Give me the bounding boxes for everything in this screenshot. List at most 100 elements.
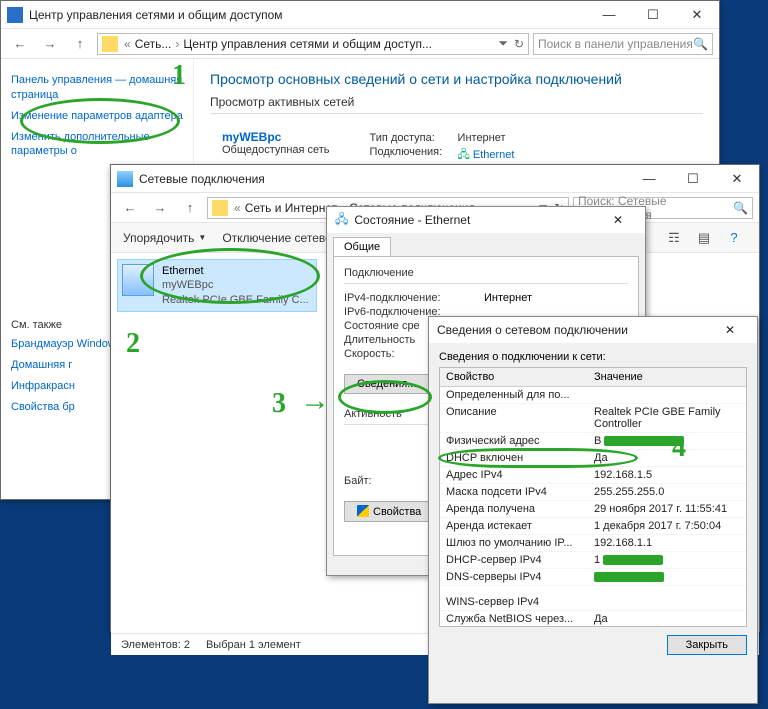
window-title: Центр управления сетями и общим доступом — [29, 8, 587, 22]
prop-val: Да — [588, 450, 746, 466]
prop-row: Определенный для по... — [440, 387, 746, 404]
prop-val — [588, 387, 746, 403]
window-title: Сетевые подключения — [139, 172, 627, 186]
help-icon[interactable]: ? — [721, 227, 747, 249]
prop-key: DHCP включен — [440, 450, 588, 466]
maximize-button[interactable]: ☐ — [631, 1, 675, 29]
maximize-button[interactable]: ☐ — [671, 165, 715, 193]
prop-key: Служба NetBIOS через... — [440, 611, 588, 627]
view-compact-icon[interactable]: ☶ — [661, 227, 687, 249]
col-value: Значение — [588, 368, 649, 386]
sidebar-sharing-settings[interactable]: Изменить дополнительные параметры о — [11, 130, 183, 160]
bc-seg[interactable]: Сеть... — [135, 37, 172, 51]
prop-row: DHCP включенДа — [440, 450, 746, 467]
details-button[interactable]: Сведения... — [344, 374, 429, 394]
prop-val: Да — [588, 611, 746, 627]
app-icon — [7, 7, 23, 23]
prop-key: WINS-сервер IPv4 — [440, 594, 588, 610]
prop-key: Шлюз по умолчанию IP... — [440, 535, 588, 551]
prop-key: DNS-серверы IPv4 — [440, 569, 588, 585]
prop-row: DHCP-сервер IPv41 — [440, 552, 746, 569]
prop-val: B — [588, 433, 746, 449]
sidebar-home[interactable]: Панель управления — домашняя страница — [11, 73, 183, 103]
prop-row: Шлюз по умолчанию IP...192.168.1.1 — [440, 535, 746, 552]
prop-row: Аренда получена29 ноября 2017 г. 11:55:4… — [440, 501, 746, 518]
dialog-titlebar: 🖧 Состояние - Ethernet ✕ — [327, 207, 645, 233]
back-button[interactable]: ← — [117, 197, 143, 219]
folder-icon — [212, 200, 228, 216]
prop-val: Realtek PCIe GBE Family Controller — [588, 404, 746, 432]
prop-row: Физический адресB — [440, 433, 746, 450]
prop-row: WINS-сервер IPv4 — [440, 586, 746, 611]
dialog-title: Сведения о сетевом подключении — [437, 323, 628, 337]
prop-row: Служба NetBIOS через...Да — [440, 611, 746, 627]
close-button[interactable]: ✕ — [711, 317, 749, 343]
prop-row: Маска подсети IPv4255.255.255.0 — [440, 484, 746, 501]
adapter-ethernet[interactable]: Ethernet myWEBpc Realtek PCIe GBE Family… — [117, 259, 317, 312]
network-type: Общедоступная сеть — [222, 144, 330, 156]
back-button[interactable]: ← — [7, 33, 33, 55]
forward-button[interactable]: → — [147, 197, 173, 219]
prop-val: 255.255.255.0 — [588, 484, 746, 500]
prop-key: Аренда истекает — [440, 518, 588, 534]
prop-key: Определенный для по... — [440, 387, 588, 403]
prop-key: Аренда получена — [440, 501, 588, 517]
titlebar: Центр управления сетями и общим доступом… — [1, 1, 719, 29]
col-property: Свойство — [440, 368, 588, 386]
prop-row: Аренда истекает1 декабря 2017 г. 7:50:04 — [440, 518, 746, 535]
page-title: Просмотр основных сведений о сети и наст… — [210, 71, 703, 87]
breadcrumb[interactable]: « Сеть... › Центр управления сетями и об… — [97, 33, 529, 55]
bc-seg[interactable]: Сеть и Интернет — [245, 201, 337, 215]
ipv4-label: IPv4-подключение: — [344, 292, 484, 304]
access-label: Тип доступа: — [370, 132, 450, 144]
prop-row: DNS-серверы IPv4 — [440, 569, 746, 586]
up-button[interactable]: ↑ — [177, 197, 203, 219]
prop-row: ОписаниеRealtek PCIe GBE Family Controll… — [440, 404, 746, 433]
view-details-icon[interactable]: ▤ — [691, 227, 717, 249]
minimize-button[interactable]: — — [627, 165, 671, 193]
up-button[interactable]: ↑ — [67, 33, 93, 55]
prop-val: 192.168.1.5 — [588, 467, 746, 483]
prop-key: DHCP-сервер IPv4 — [440, 552, 588, 568]
dialog-title: Состояние - Ethernet — [354, 213, 470, 227]
conn-label: Подключения: — [370, 146, 450, 165]
close-dialog-button[interactable]: Закрыть — [667, 635, 747, 655]
titlebar: Сетевые подключения — ☐ ✕ — [111, 165, 759, 193]
tab-general[interactable]: Общие — [333, 237, 391, 256]
minimize-button[interactable]: — — [587, 1, 631, 29]
conn-section: Подключение — [344, 267, 628, 279]
sub-heading: Просмотр активных сетей — [210, 95, 703, 109]
forward-button[interactable]: → — [37, 33, 63, 55]
folder-icon — [102, 36, 118, 52]
prop-key: Адрес IPv4 — [440, 467, 588, 483]
prop-val: 29 ноября 2017 г. 11:55:41 — [588, 501, 746, 517]
search-placeholder: Поиск в панели управления — [538, 37, 693, 51]
prop-key: Физический адрес — [440, 433, 588, 449]
close-button[interactable]: ✕ — [675, 1, 719, 29]
details-label: Сведения о подключении к сети: — [439, 351, 747, 363]
sidebar-adapter-settings[interactable]: Изменение параметров адаптера — [11, 109, 183, 124]
search-icon: 🔍 — [733, 201, 748, 215]
prop-val — [588, 569, 746, 585]
conn-link[interactable]: Ethernet — [473, 149, 515, 161]
bc-seg[interactable]: Центр управления сетями и общим доступ..… — [183, 37, 432, 51]
prop-val: 1 — [588, 552, 746, 568]
prop-val: 192.168.1.1 — [588, 535, 746, 551]
adapter-device: Realtek PCIe GBE Family C... — [162, 293, 309, 307]
adapter-network: myWEBpc — [162, 278, 309, 292]
item-count: Элементов: 2 — [121, 639, 190, 651]
network-name[interactable]: myWEBpc — [222, 130, 330, 144]
organize-menu[interactable]: Упорядочить ▼ — [123, 231, 206, 245]
search-icon: 🔍 — [693, 37, 708, 51]
properties-grid[interactable]: Свойство Значение Определенный для по...… — [439, 367, 747, 627]
close-button[interactable]: ✕ — [715, 165, 759, 193]
adapter-name: Ethernet — [162, 264, 309, 278]
search-input[interactable]: Поиск в панели управления 🔍 — [533, 33, 713, 55]
ipv4-value: Интернет — [484, 292, 532, 304]
close-button[interactable]: ✕ — [599, 207, 637, 233]
properties-button[interactable]: Свойства — [344, 501, 434, 522]
adapter-icon — [122, 264, 154, 296]
prop-key: Маска подсети IPv4 — [440, 484, 588, 500]
dialog-titlebar: Сведения о сетевом подключении ✕ — [429, 317, 757, 343]
app-icon — [117, 171, 133, 187]
